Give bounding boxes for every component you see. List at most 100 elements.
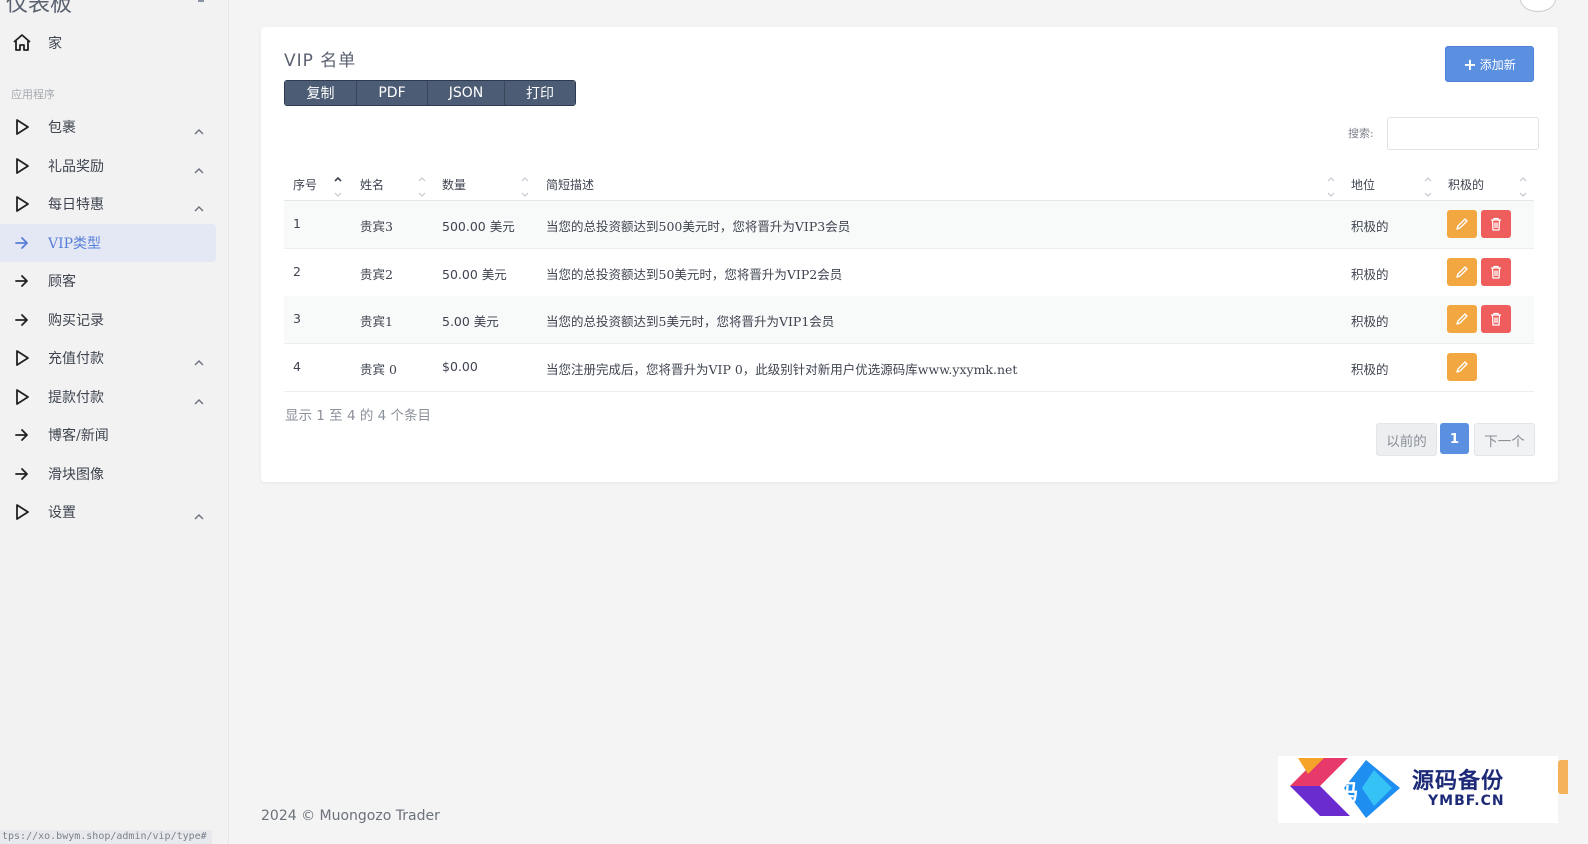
sidebar-item-label: 提款付款 bbox=[48, 389, 104, 406]
chevron-up-icon[interactable] bbox=[194, 160, 204, 179]
home-icon bbox=[10, 31, 34, 55]
sidebar-item[interactable]: VIP类型 bbox=[0, 223, 216, 262]
page-title: VIP 名单 bbox=[284, 51, 357, 71]
column-header-status[interactable]: 地位 bbox=[1351, 176, 1375, 193]
trash-icon bbox=[1490, 217, 1502, 231]
cell-id: 4 bbox=[293, 358, 301, 374]
watermark-char: 码 bbox=[1336, 780, 1359, 806]
print-button[interactable]: 打印 bbox=[505, 81, 575, 105]
sidebar-item[interactable]: 购买记录 bbox=[0, 301, 216, 340]
sort-icon bbox=[521, 177, 529, 197]
add-new-button[interactable]: + 添加新 bbox=[1445, 46, 1534, 82]
footer-copyright: 2024 © Muongozo Trader bbox=[261, 808, 440, 824]
sidebar-item-home[interactable]: 家 bbox=[0, 24, 215, 62]
chevron-up-icon[interactable] bbox=[194, 121, 204, 140]
sidebar-item-label: 家 bbox=[48, 36, 62, 52]
sidebar-item[interactable]: 博客/新闻 bbox=[0, 416, 216, 455]
edit-button[interactable] bbox=[1447, 352, 1477, 381]
sidebar-item[interactable]: 礼品奖励 bbox=[0, 147, 216, 186]
plus-icon: + bbox=[1463, 54, 1477, 74]
cell-status: 积极的 bbox=[1351, 314, 1389, 329]
search-label: 搜索: bbox=[1348, 127, 1374, 140]
json-button[interactable]: JSON bbox=[428, 81, 505, 105]
section-label: 应用程序 bbox=[11, 88, 55, 101]
trash-icon bbox=[1490, 312, 1502, 326]
export-button-group: 复制 PDF JSON 打印 bbox=[284, 80, 576, 106]
column-header-id[interactable]: 序号 bbox=[293, 176, 317, 193]
pencil-icon bbox=[1455, 360, 1469, 374]
column-header-name[interactable]: 姓名 bbox=[360, 176, 384, 193]
cell-description: 当您的总投资额达到5美元时，您将晋升为VIP1会员 bbox=[546, 314, 835, 329]
search-input[interactable] bbox=[1387, 117, 1539, 150]
cell-status: 积极的 bbox=[1351, 266, 1389, 282]
cell-amount: 5.00 美元 bbox=[442, 314, 499, 329]
watermark-logo: 码 源码备份 YMBF.CN bbox=[1278, 756, 1558, 823]
play-outline-icon bbox=[10, 115, 34, 139]
column-header-amount[interactable]: 数量 bbox=[442, 176, 466, 193]
watermark-subtitle: YMBF.CN bbox=[1428, 793, 1505, 809]
delete-button[interactable] bbox=[1481, 305, 1511, 333]
sidebar-item[interactable]: 滑块图像 bbox=[0, 455, 216, 494]
add-new-label: 添加新 bbox=[1479, 57, 1516, 72]
delete-button[interactable] bbox=[1481, 257, 1511, 286]
status-url: tps://xo.bwym.shop/admin/vip/type# bbox=[0, 830, 212, 844]
cell-name: 贵宾3 bbox=[360, 219, 393, 234]
trash-icon bbox=[1490, 265, 1502, 279]
sidebar: 仪表板 家 应用程序 包裹礼品奖励每日特惠 VIP类型顾客购买记录充值付款提款付款… bbox=[0, 0, 229, 844]
chevron-up-icon[interactable] bbox=[194, 506, 204, 525]
sort-icon bbox=[418, 177, 426, 197]
sidebar-item[interactable]: 包裹 bbox=[0, 108, 216, 147]
pagination-page-button[interactable]: 1 bbox=[1440, 423, 1469, 454]
table-header: 序号 姓名 数量 简短描述 地位 积极的 bbox=[284, 170, 1534, 202]
arrow-right-icon bbox=[10, 269, 34, 293]
sidebar-toggle-icon[interactable] bbox=[198, 0, 204, 2]
chevron-up-icon[interactable] bbox=[194, 391, 204, 410]
table-row: 3 贵宾1 5.00 美元 当您的总投资额达到5美元时，您将晋升为VIP1会员 积极的 bbox=[284, 296, 1534, 344]
play-outline-icon bbox=[10, 154, 34, 178]
pdf-button[interactable]: PDF bbox=[357, 81, 428, 105]
sidebar-item[interactable]: 充值付款 bbox=[0, 339, 216, 378]
chevron-up-icon[interactable] bbox=[194, 198, 204, 217]
brand-title: 仪表板 bbox=[6, 0, 73, 17]
sidebar-item-label: 包裹 bbox=[48, 120, 76, 137]
play-outline-icon bbox=[10, 500, 34, 524]
play-outline-icon bbox=[10, 385, 34, 409]
cell-status: 积极的 bbox=[1351, 219, 1389, 234]
play-outline-icon bbox=[10, 192, 34, 216]
pagination-prev-button[interactable]: 以前的 bbox=[1376, 423, 1437, 456]
table-row: 2 贵宾2 50.00 美元 当您的总投资额达到50美元时，您将晋升为VIP2会员 积极… bbox=[284, 249, 1534, 297]
delete-button[interactable] bbox=[1481, 210, 1511, 238]
edit-button[interactable] bbox=[1447, 305, 1477, 333]
user-avatar[interactable] bbox=[1520, 0, 1556, 12]
column-header-active[interactable]: 积极的 bbox=[1448, 176, 1484, 193]
side-tab[interactable] bbox=[1558, 760, 1568, 794]
sidebar-item[interactable]: 提款付款 bbox=[0, 378, 216, 417]
cell-id: 2 bbox=[293, 263, 301, 279]
sidebar-item[interactable]: 顾客 bbox=[0, 262, 216, 301]
sidebar-item-label: 购买记录 bbox=[48, 312, 104, 329]
sidebar-item[interactable]: 每日特惠 bbox=[0, 185, 216, 224]
cell-description: 当您的总投资额达到500美元时，您将晋升为VIP3会员 bbox=[546, 219, 851, 234]
chevron-up-icon[interactable] bbox=[194, 352, 204, 371]
cell-id: 3 bbox=[293, 311, 301, 326]
sidebar-item-label: 礼品奖励 bbox=[48, 158, 104, 175]
watermark-title: 源码备份 bbox=[1412, 768, 1505, 794]
cell-name: 贵宾 0 bbox=[360, 361, 397, 377]
table-info: 显示 1 至 4 的 4 个条目 bbox=[285, 408, 432, 424]
arrow-right-icon bbox=[10, 231, 34, 255]
pencil-icon bbox=[1455, 265, 1469, 279]
pagination-next-button[interactable]: 下一个 bbox=[1474, 423, 1535, 456]
copy-button[interactable]: 复制 bbox=[285, 81, 357, 105]
sidebar-item-label: 顾客 bbox=[48, 274, 76, 291]
edit-button[interactable] bbox=[1447, 210, 1477, 238]
table-row: 1 贵宾3 500.00 美元 当您的总投资额达到500美元时，您将晋升为VIP3会员… bbox=[284, 201, 1534, 249]
arrow-right-icon bbox=[10, 423, 34, 447]
cell-name: 贵宾1 bbox=[360, 314, 393, 329]
sidebar-item-label: 滑块图像 bbox=[48, 466, 104, 483]
sidebar-item-label: 每日特惠 bbox=[48, 197, 104, 214]
edit-button[interactable] bbox=[1447, 257, 1477, 286]
play-outline-icon bbox=[10, 346, 34, 370]
sidebar-item[interactable]: 设置 bbox=[0, 493, 216, 532]
cell-amount: 50.00 美元 bbox=[442, 266, 507, 282]
column-header-description[interactable]: 简短描述 bbox=[546, 176, 594, 193]
